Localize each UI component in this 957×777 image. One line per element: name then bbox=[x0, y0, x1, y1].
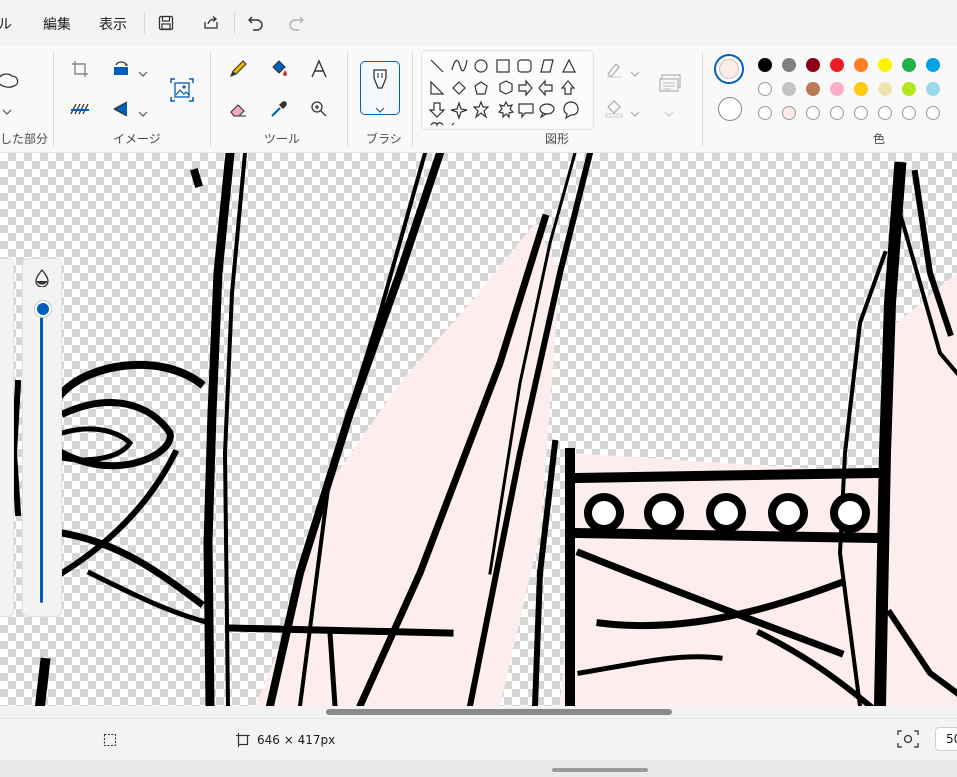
color-swatch[interactable] bbox=[782, 106, 796, 120]
side-panel bbox=[0, 258, 14, 617]
color-swatch[interactable] bbox=[854, 106, 868, 120]
color-swatch[interactable] bbox=[902, 106, 916, 120]
flip-icon[interactable] bbox=[108, 96, 134, 122]
color-swatch[interactable] bbox=[854, 82, 868, 96]
color-swatch[interactable] bbox=[830, 82, 844, 96]
zoom-value: 50 bbox=[946, 732, 957, 746]
group-label-brush: ブラシ bbox=[366, 132, 402, 146]
opacity-drop-icon bbox=[34, 268, 50, 291]
menu-separator bbox=[234, 12, 235, 34]
brush-button[interactable] bbox=[360, 61, 400, 115]
group-label-selection: した部分 bbox=[0, 132, 49, 146]
shapes-gallery-icons bbox=[428, 58, 579, 127]
color-swatch[interactable] bbox=[782, 58, 796, 72]
secondary-color-button[interactable] bbox=[718, 97, 742, 121]
free-select-icon[interactable] bbox=[0, 66, 22, 94]
horizontal-scrollbar[interactable] bbox=[326, 709, 672, 715]
chevron-down-icon[interactable] bbox=[630, 104, 640, 117]
rotate-icon[interactable] bbox=[108, 56, 134, 82]
group-label-colors: 色 bbox=[873, 132, 886, 146]
home-indicator bbox=[552, 768, 648, 772]
brush-size-thumb[interactable] bbox=[35, 301, 51, 317]
zoom-input[interactable]: 50 bbox=[935, 727, 957, 751]
save-icon[interactable] bbox=[153, 10, 179, 36]
redo-icon[interactable] bbox=[283, 10, 309, 36]
fit-to-window-icon[interactable] bbox=[897, 730, 919, 752]
crop-icon[interactable] bbox=[67, 56, 93, 82]
group-label-shapes: 図形 bbox=[545, 132, 570, 146]
menu-file[interactable]: ル bbox=[0, 14, 12, 34]
outline-icon[interactable] bbox=[601, 56, 627, 82]
canvas-area[interactable] bbox=[0, 153, 957, 706]
color-swatch[interactable] bbox=[926, 82, 940, 96]
color-swatch[interactable] bbox=[902, 58, 916, 72]
eraser-icon[interactable] bbox=[225, 96, 251, 122]
color-swatch[interactable] bbox=[806, 58, 820, 72]
menu-bar: ル 編集 表示 bbox=[0, 0, 957, 46]
color-swatch[interactable] bbox=[806, 106, 820, 120]
shape-fill-icon[interactable] bbox=[601, 96, 627, 122]
image-size-icon bbox=[236, 732, 250, 751]
color-swatch[interactable] bbox=[758, 82, 772, 96]
ribbon-separator bbox=[412, 52, 413, 146]
fill-icon[interactable] bbox=[266, 56, 292, 82]
primary-color-button[interactable] bbox=[714, 54, 744, 84]
drawing-canvas[interactable] bbox=[0, 153, 957, 706]
image-select-icon[interactable] bbox=[168, 76, 196, 104]
shapes-gallery[interactable] bbox=[421, 50, 594, 130]
color-swatch[interactable] bbox=[926, 58, 940, 72]
image-size-text: 646 × 417px bbox=[257, 733, 336, 747]
zoom-icon[interactable] bbox=[306, 96, 332, 122]
undo-icon[interactable] bbox=[243, 10, 269, 36]
color-swatch[interactable] bbox=[830, 106, 844, 120]
ribbon-separator bbox=[53, 52, 54, 146]
color-swatch[interactable] bbox=[758, 106, 772, 120]
group-label-tools: ツール bbox=[264, 132, 301, 146]
ribbon-separator bbox=[702, 52, 703, 146]
resize-icon[interactable] bbox=[67, 96, 93, 122]
color-swatch[interactable] bbox=[902, 82, 916, 96]
chevron-down-icon[interactable] bbox=[630, 64, 640, 77]
color-swatch[interactable] bbox=[926, 106, 940, 120]
color-picker-icon[interactable] bbox=[266, 96, 292, 122]
layers-icon[interactable] bbox=[656, 70, 684, 98]
menu-view[interactable]: 表示 bbox=[99, 14, 127, 34]
bottom-strip bbox=[0, 760, 957, 777]
pencil-icon[interactable] bbox=[225, 56, 251, 82]
color-swatch[interactable] bbox=[878, 58, 892, 72]
color-swatch[interactable] bbox=[878, 82, 892, 96]
text-icon[interactable] bbox=[306, 56, 332, 82]
chevron-down-icon[interactable] bbox=[138, 64, 148, 77]
chevron-down-icon[interactable] bbox=[664, 104, 674, 117]
primary-color-swatch bbox=[719, 59, 739, 79]
brush-icon bbox=[370, 68, 390, 96]
chevron-down-icon[interactable] bbox=[2, 102, 12, 115]
ribbon-separator bbox=[347, 52, 348, 146]
color-swatch[interactable] bbox=[878, 106, 892, 120]
menu-edit[interactable]: 編集 bbox=[43, 14, 71, 34]
status-bar: 646 × 417px 50 bbox=[0, 718, 957, 761]
color-swatch[interactable] bbox=[854, 58, 868, 72]
brush-size-panel bbox=[22, 258, 62, 617]
group-label-image: イメージ bbox=[113, 132, 161, 146]
ribbon-separator bbox=[210, 52, 211, 146]
color-swatch[interactable] bbox=[758, 58, 772, 72]
chevron-down-icon[interactable] bbox=[138, 104, 148, 117]
ribbon-toolbar: した部分 イメージ ツール ブラシ 図形 色 bbox=[0, 46, 957, 153]
brush-size-track[interactable] bbox=[40, 311, 43, 603]
share-icon[interactable] bbox=[198, 10, 224, 36]
menu-separator bbox=[144, 12, 145, 34]
selection-size-icon bbox=[103, 732, 117, 751]
color-swatch[interactable] bbox=[806, 82, 820, 96]
chevron-down-icon bbox=[375, 100, 385, 119]
color-swatch[interactable] bbox=[830, 58, 844, 72]
color-swatch[interactable] bbox=[782, 82, 796, 96]
